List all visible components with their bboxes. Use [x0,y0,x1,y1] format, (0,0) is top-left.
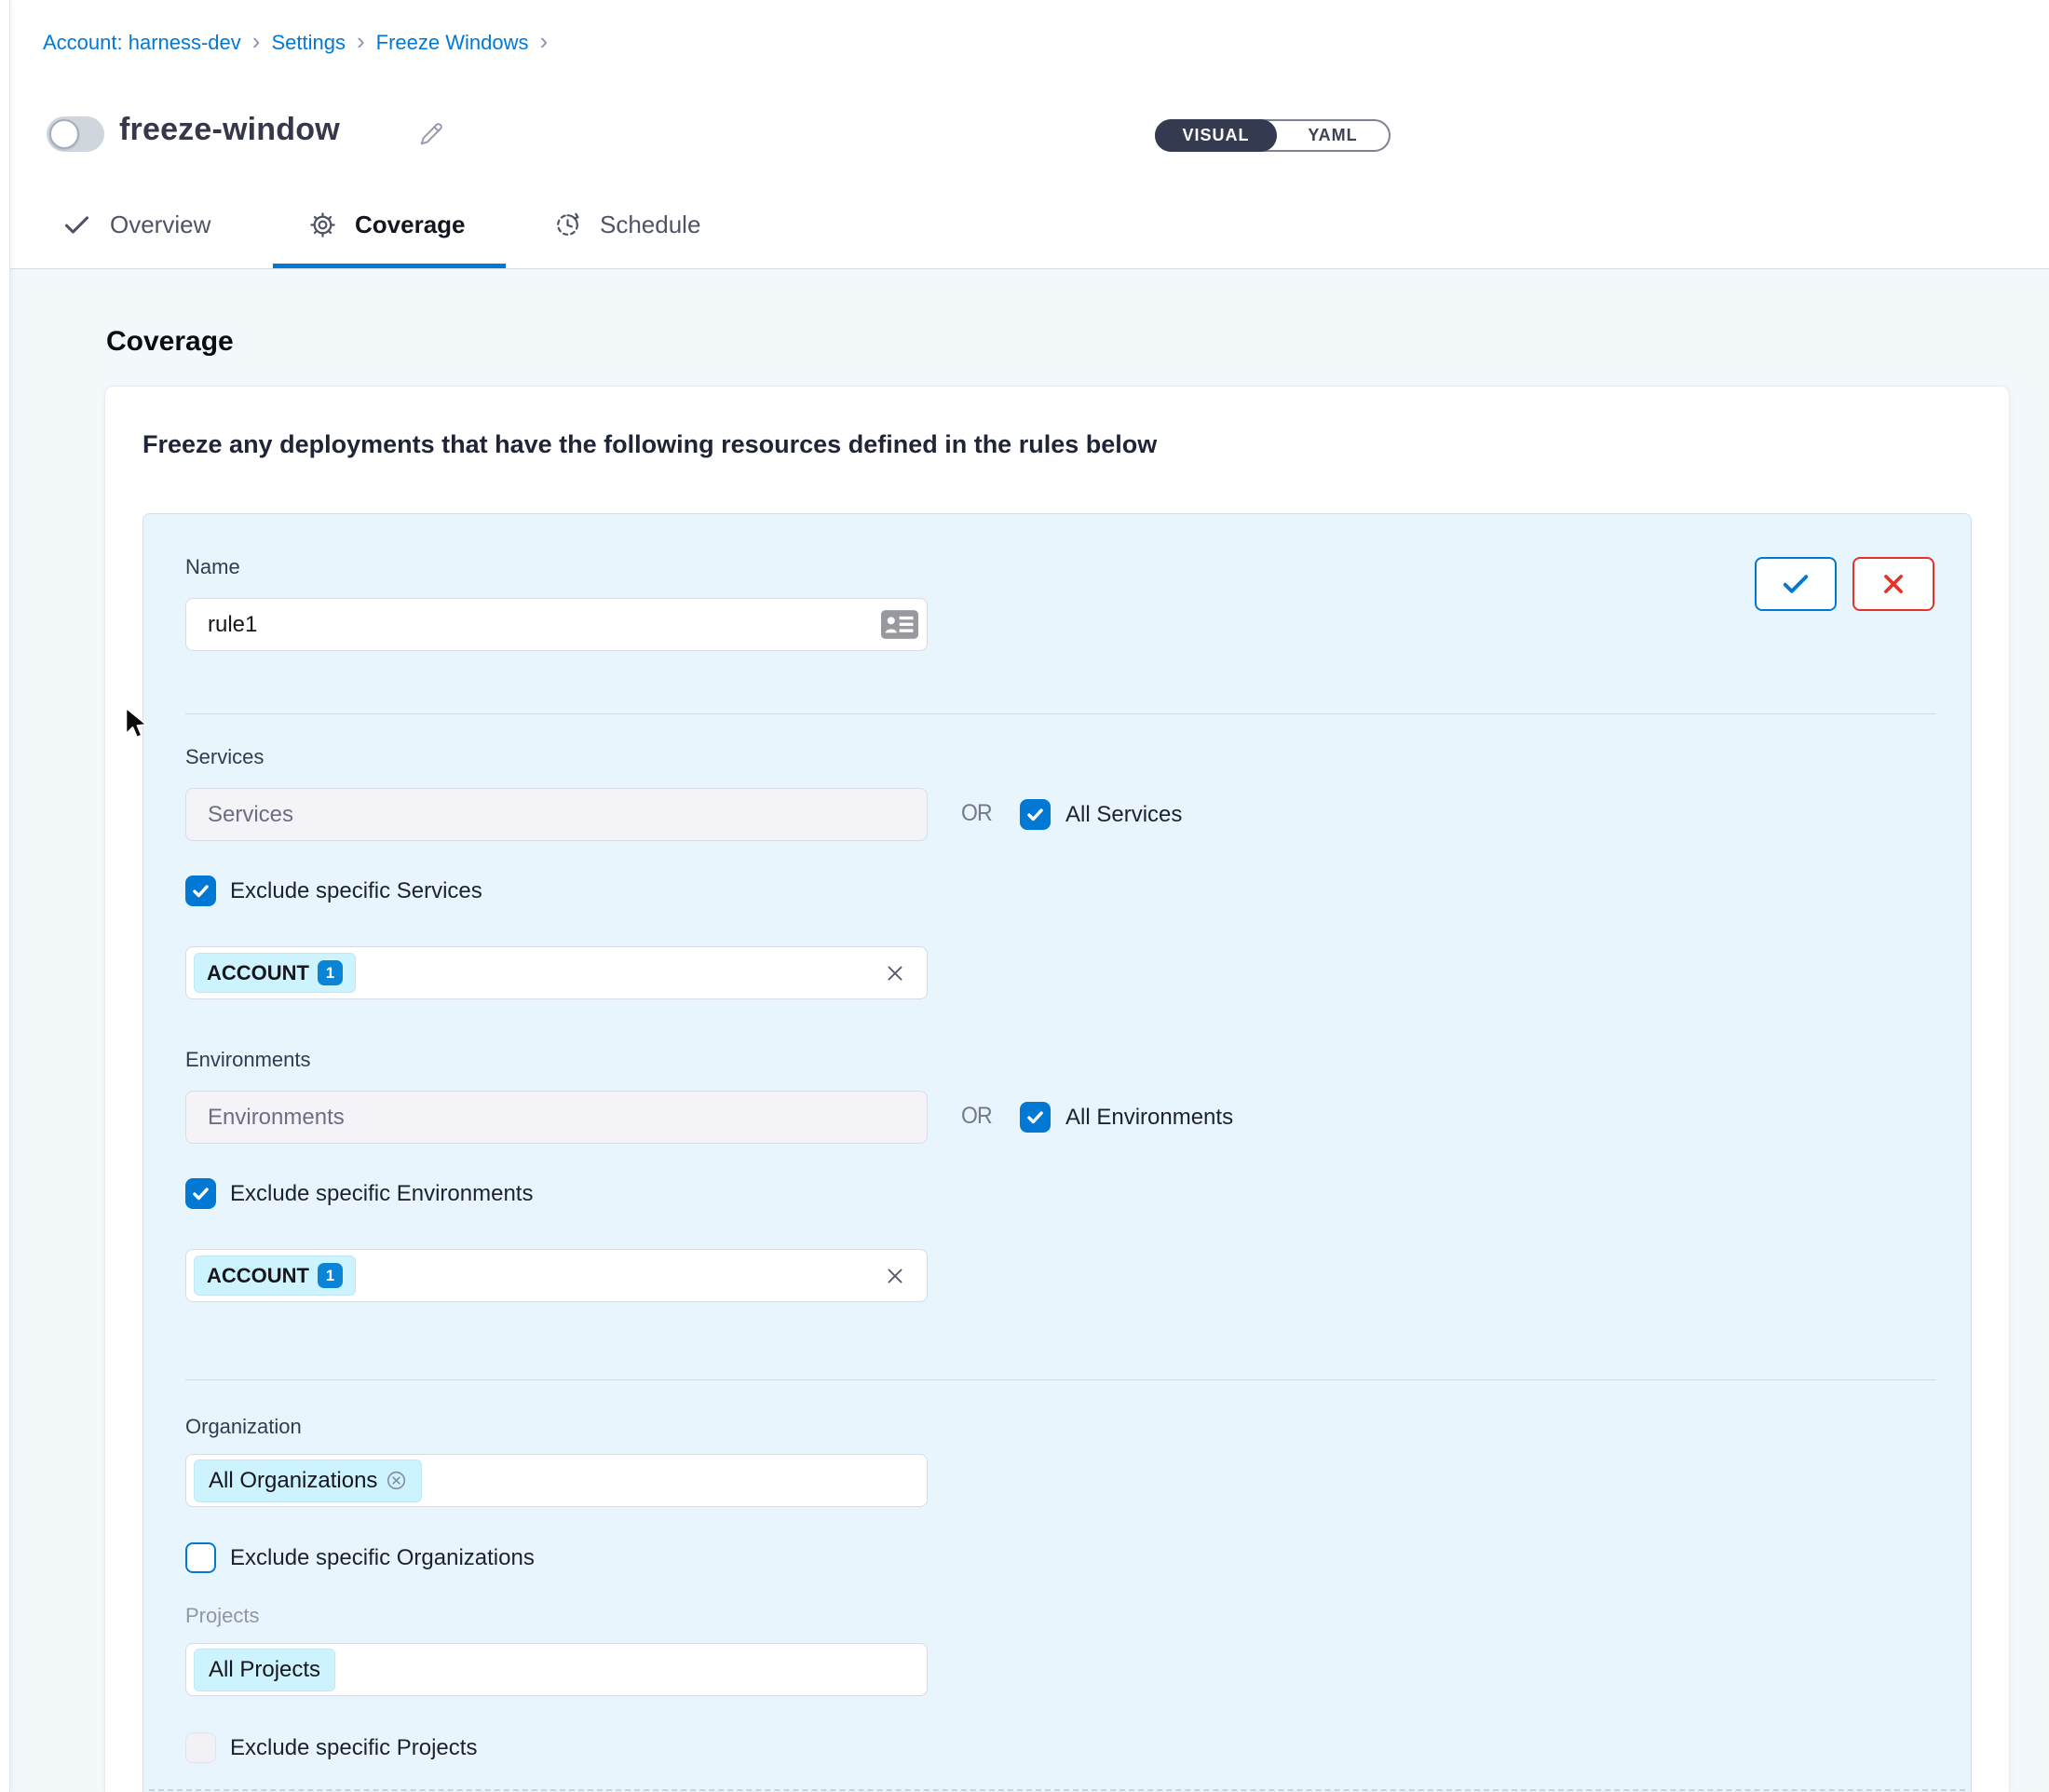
clear-excluded-environments-icon[interactable] [884,1265,906,1287]
environments-label: Environments [185,1048,311,1072]
toggle-knob [49,119,79,149]
clear-excluded-services-icon[interactable] [884,962,906,984]
all-projects-chip: All Projects [194,1649,335,1691]
breadcrumb-account-link[interactable]: Account: harness-dev [43,31,241,55]
breadcrumb-separator: › [539,27,548,56]
schedule-icon [553,210,582,239]
all-services-checkbox[interactable] [1020,799,1051,830]
rule-card: Name Services OR All Services Exclude sp… [142,513,1972,1792]
tab-overview-label: Overview [110,210,210,239]
section-divider [185,713,1936,714]
chip-label: ACCOUNT [207,1264,309,1288]
confirm-check-icon [1779,567,1812,601]
services-or-label: OR [961,800,992,827]
remove-all-organizations-icon[interactable] [386,1470,407,1491]
chip-count-badge: 1 [318,1263,343,1288]
chip-label: ACCOUNT [207,961,309,985]
all-services-label: All Services [1065,799,1182,830]
tab-bar: Overview Coverage Schedule [0,182,2049,269]
collapsed-sidebar-edge [0,0,10,1792]
yaml-mode-button[interactable]: YAML [1277,121,1389,150]
breadcrumb-bar: Account: harness-dev › Settings › Freeze… [0,0,2049,87]
freeze-enabled-toggle[interactable] [47,116,104,152]
rule-name-input[interactable] [185,598,928,651]
exclude-projects-label: Exclude specific Projects [230,1732,477,1763]
gear-icon [308,210,337,239]
all-environments-checkbox[interactable] [1020,1102,1051,1133]
cancel-x-icon [1879,570,1907,598]
breadcrumb-settings-link[interactable]: Settings [271,31,346,55]
all-organizations-chip: All Organizations [194,1459,422,1502]
edit-name-pencil-icon[interactable] [417,119,447,149]
environments-or-label: OR [961,1103,992,1130]
excluded-environments-account-chip[interactable]: ACCOUNT 1 [194,1256,356,1296]
excluded-environments-input[interactable]: ACCOUNT 1 [185,1249,928,1302]
services-input [185,788,928,841]
confirm-rule-button[interactable] [1755,557,1837,611]
services-label: Services [185,745,264,769]
exclude-organizations-label: Exclude specific Organizations [230,1542,535,1573]
active-tab-underline [273,264,506,268]
projects-label: Projects [185,1604,259,1628]
chip-label: All Organizations [209,1468,377,1494]
exclude-organizations-checkbox[interactable] [185,1542,216,1573]
tab-overview[interactable]: Overview [61,182,210,268]
tab-coverage[interactable]: Coverage [308,182,466,268]
title-bar: freeze-window VISUAL YAML [0,86,2049,183]
cancel-rule-button[interactable] [1852,557,1934,611]
organization-label: Organization [185,1415,302,1439]
breadcrumb-separator: › [252,27,261,56]
freeze-instruction-text: Freeze any deployments that have the fol… [142,430,1157,459]
exclude-projects-checkbox [185,1732,216,1763]
page-title: freeze-window [119,112,340,148]
tab-schedule-label: Schedule [600,210,700,239]
exclude-environments-label: Exclude specific Environments [230,1178,533,1209]
organization-input[interactable]: All Organizations [185,1454,928,1507]
chip-count-badge: 1 [318,960,343,985]
exclude-environments-checkbox[interactable] [185,1178,216,1209]
breadcrumb: Account: harness-dev › Settings › Freeze… [43,0,559,86]
breadcrumb-separator: › [357,27,365,56]
name-label: Name [185,555,240,579]
projects-input[interactable]: All Projects [185,1643,928,1696]
tab-coverage-label: Coverage [355,210,466,239]
breadcrumb-freeze-windows-link[interactable]: Freeze Windows [376,31,529,55]
coverage-heading: Coverage [106,326,234,358]
environments-input [185,1091,928,1144]
chip-label: All Projects [209,1657,320,1683]
excluded-services-input[interactable]: ACCOUNT 1 [185,946,928,999]
excluded-services-account-chip[interactable]: ACCOUNT 1 [194,953,356,993]
visual-yaml-toggle: VISUAL YAML [1155,119,1391,152]
visual-mode-button[interactable]: VISUAL [1155,119,1277,152]
section-divider [185,1379,1936,1380]
exclude-services-checkbox[interactable] [185,876,216,906]
check-icon [61,210,92,240]
all-environments-label: All Environments [1065,1102,1233,1133]
exclude-services-label: Exclude specific Services [230,876,482,906]
tab-schedule[interactable]: Schedule [553,182,700,268]
